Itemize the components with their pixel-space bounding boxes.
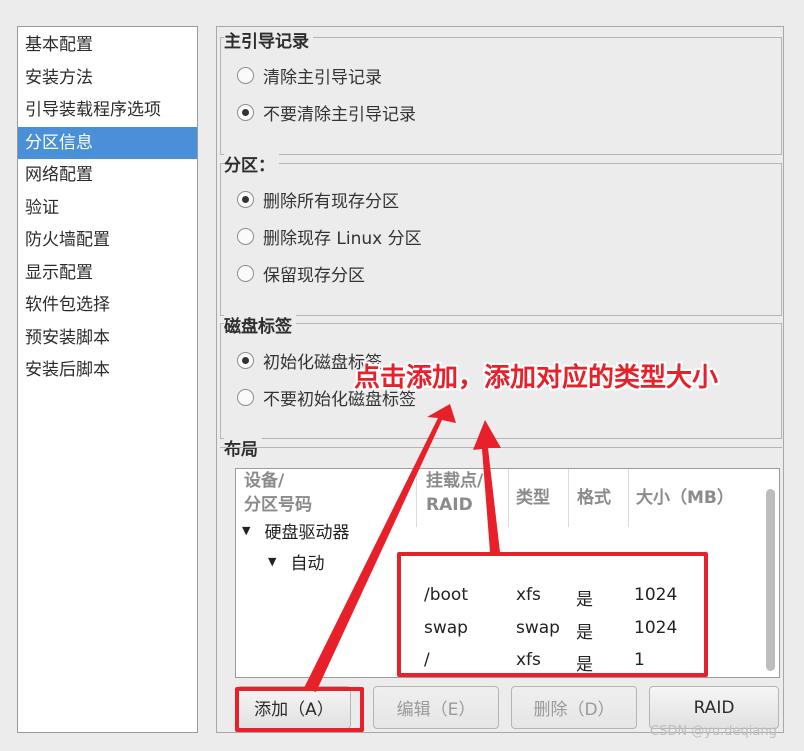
radio-checked-icon [237, 352, 254, 369]
radio-circle-icon [237, 228, 254, 245]
annotation-caption: 点击添加，添加对应的类型大小 [354, 363, 719, 393]
sidebar-item-display-config[interactable]: 显示配置 [18, 257, 197, 290]
tree-row-auto[interactable]: ▼ 自动 [268, 549, 324, 574]
mbr-title: 主引导记录 [224, 27, 313, 52]
sidebar-item-pre-install-script[interactable]: 预安装脚本 [18, 322, 197, 355]
column-header-text: 设备/ [244, 471, 285, 491]
column-header-format[interactable]: 格式 [577, 469, 627, 527]
radio-label: 删除现存 Linux 分区 [263, 229, 422, 249]
sidebar-item-partition-info[interactable]: 分区信息 [18, 126, 197, 159]
tree-label: 自动 [290, 554, 325, 574]
radio-checked-icon [237, 104, 254, 121]
sidebar-item-firewall-config[interactable]: 防火墙配置 [18, 224, 197, 257]
radio-label: 清除主引导记录 [263, 68, 382, 88]
edit-button[interactable]: 编辑（E） [373, 686, 499, 729]
partitions-title: 分区： [224, 151, 279, 176]
raid-button[interactable]: RAID [649, 686, 779, 729]
highlight-box-add-button [235, 687, 364, 732]
column-header-mount[interactable]: 挂载点/ RAID [426, 469, 508, 527]
expand-triangle-icon[interactable]: ▼ [242, 524, 250, 537]
delete-button[interactable]: 删除（D） [511, 686, 637, 729]
radio-label: 不要清除主引导记录 [263, 105, 416, 125]
radio-label: 保留现存分区 [263, 266, 365, 286]
radio-circle-icon [237, 389, 254, 406]
column-header-text: 分区号码 [244, 495, 312, 515]
layout-group [220, 447, 782, 448]
sidebar-item-network-config[interactable]: 网络配置 [18, 159, 197, 192]
expand-triangle-icon[interactable]: ▼ [268, 555, 276, 568]
column-header-type[interactable]: 类型 [516, 469, 566, 527]
radio-clear-mbr[interactable]: 清除主引导记录 [237, 63, 382, 88]
tree-label: 硬盘驱动器 [264, 522, 350, 542]
radio-circle-icon [237, 67, 254, 84]
sidebar-item-install-method[interactable]: 安装方法 [18, 62, 197, 95]
sidebar: 基本配置 安装方法 引导装载程序选项 分区信息 网络配置 验证 防火墙配置 显示… [17, 26, 198, 733]
disk-label-title: 磁盘标签 [224, 312, 296, 337]
highlight-box-table-rows [397, 552, 708, 677]
radio-circle-icon [237, 265, 254, 282]
watermark: CSDN @yu.deqiang [650, 724, 777, 739]
column-header-text: 挂载点/ [426, 471, 484, 491]
tree-row-hard-drives[interactable]: ▼ 硬盘驱动器 [242, 519, 350, 542]
sidebar-item-package-selection[interactable]: 软件包选择 [18, 289, 197, 322]
sidebar-item-bootloader-options[interactable]: 引导装载程序选项 [18, 94, 197, 127]
column-header-size[interactable]: 大小（MB） [636, 469, 766, 527]
radio-remove-all-partitions[interactable]: 删除所有现存分区 [237, 187, 399, 212]
radio-label: 删除所有现存分区 [263, 192, 399, 212]
column-header-text: RAID [426, 495, 473, 515]
column-divider [568, 469, 569, 527]
column-divider [416, 469, 417, 527]
sidebar-item-authentication[interactable]: 验证 [18, 192, 197, 225]
column-divider [628, 469, 629, 527]
mbr-group [220, 37, 782, 155]
vertical-scrollbar[interactable] [766, 489, 775, 671]
sidebar-item-basic-config[interactable]: 基本配置 [18, 29, 197, 62]
radio-keep-mbr[interactable]: 不要清除主引导记录 [237, 100, 416, 125]
radio-checked-icon [237, 191, 254, 208]
sidebar-item-post-install-script[interactable]: 安装后脚本 [18, 354, 197, 387]
radio-keep-partitions[interactable]: 保留现存分区 [237, 261, 365, 286]
radio-remove-linux-partitions[interactable]: 删除现存 Linux 分区 [237, 224, 422, 249]
column-divider [508, 469, 509, 527]
